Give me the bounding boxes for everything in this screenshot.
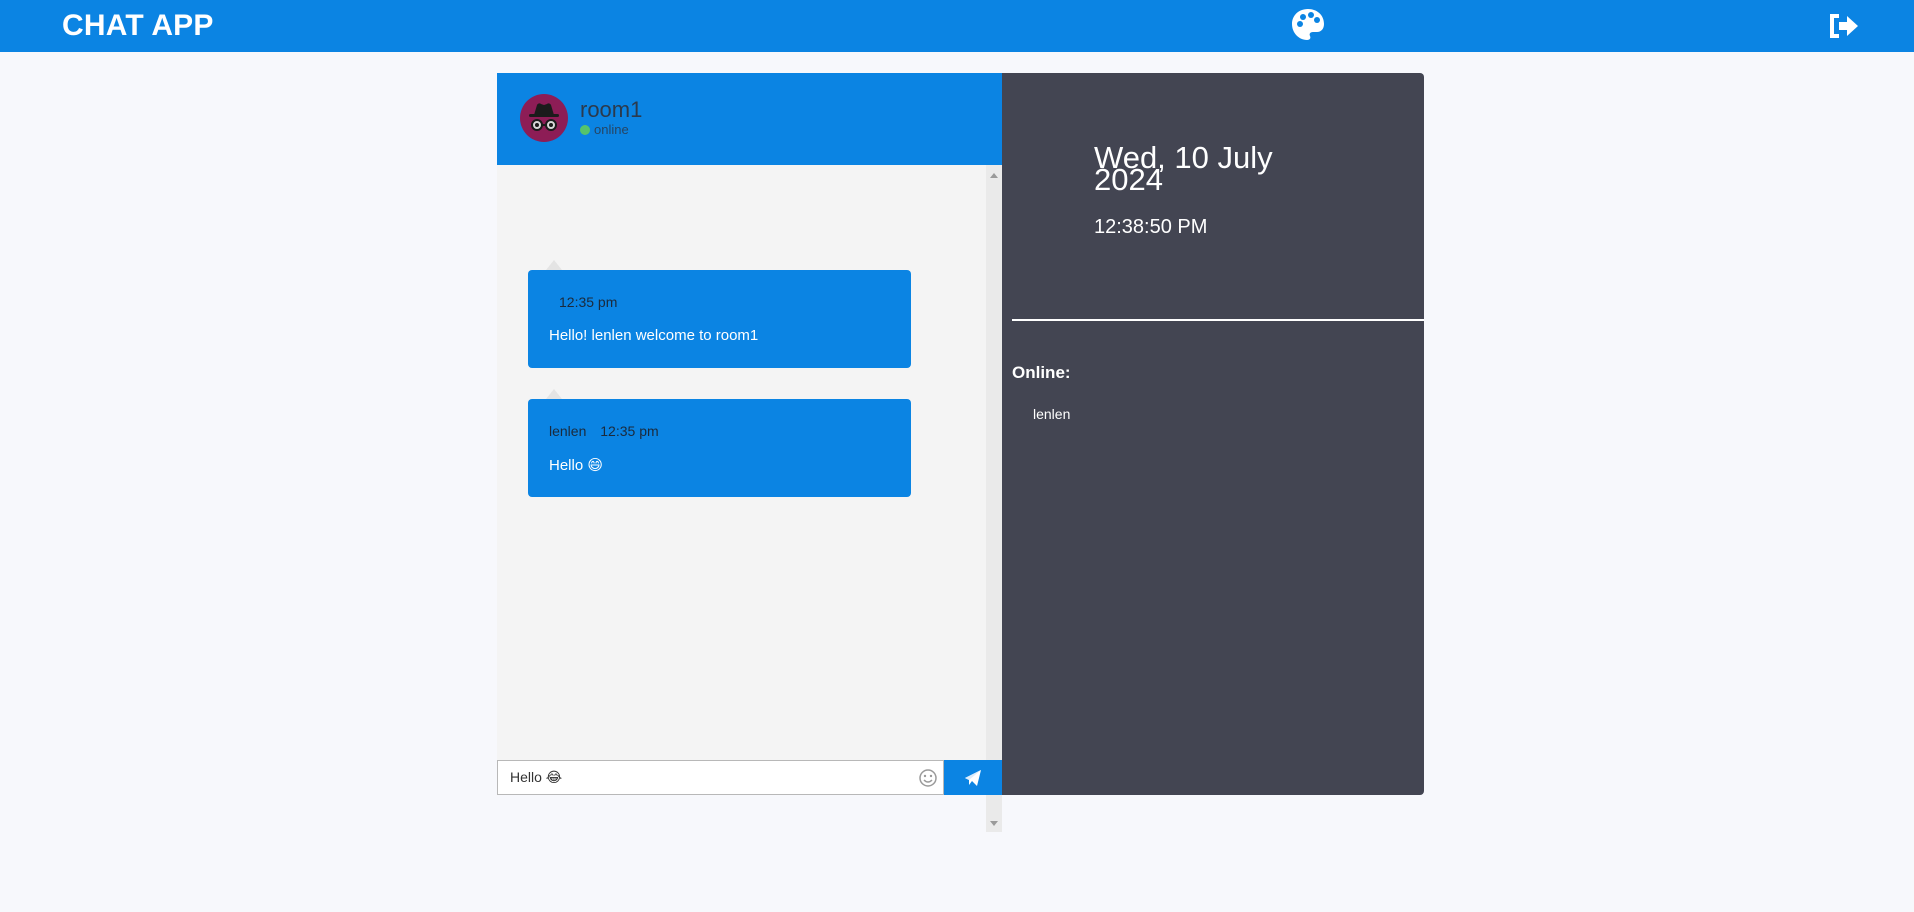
- message-text: Hello! lenlen welcome to room1: [549, 327, 759, 344]
- send-button[interactable]: [944, 760, 1002, 795]
- info-sidebar: Wed, 10 July 2024 12:38:50 PM Online: le…: [1002, 73, 1424, 795]
- message-time: 12:35 pm: [600, 423, 659, 439]
- scroll-up-arrow-icon[interactable]: [990, 173, 998, 178]
- emoji-picker-button[interactable]: [918, 768, 938, 788]
- message-meta: lenlen 12:35 pm: [549, 423, 659, 439]
- divider: [1012, 319, 1424, 321]
- room-name: room1: [580, 97, 643, 122]
- message-text: Hello 😄: [549, 457, 603, 474]
- paper-plane-icon: [965, 770, 981, 786]
- logout-button[interactable]: [1826, 11, 1860, 41]
- smile-icon: [919, 769, 937, 787]
- message-bubble: lenlen 12:35 pm Hello 😄: [528, 389, 911, 497]
- app-title: CHAT APP: [62, 9, 214, 42]
- message-scrollbar[interactable]: [986, 165, 1002, 832]
- message-meta: 12:35 pm: [559, 294, 617, 310]
- message-input[interactable]: [497, 760, 944, 795]
- room-status: online: [594, 122, 629, 137]
- scroll-down-arrow-icon[interactable]: [990, 821, 998, 826]
- online-heading: Online:: [1012, 363, 1071, 382]
- online-status-dot: [580, 125, 590, 135]
- current-date: Wed, 10 July 2024: [1094, 140, 1273, 197]
- top-navbar: CHAT APP: [0, 0, 1914, 52]
- chat-panel: room1 online 12:35 pm Hello! lenlen welc…: [497, 73, 1002, 832]
- theme-palette-button[interactable]: [1290, 7, 1326, 43]
- incognito-icon: [529, 103, 559, 131]
- room-avatar: [520, 94, 568, 142]
- current-time: 12:38:50 PM: [1094, 216, 1208, 238]
- online-user-item: lenlen: [1033, 406, 1071, 422]
- sign-out-icon: [1830, 14, 1858, 38]
- palette-icon: [1292, 9, 1324, 40]
- message-sender: lenlen: [549, 423, 587, 439]
- message-time: 12:35 pm: [559, 294, 618, 310]
- chat-header: room1 online: [497, 73, 1002, 165]
- message-list[interactable]: 12:35 pm Hello! lenlen welcome to room1 …: [497, 165, 986, 832]
- message-composer: [497, 760, 1002, 795]
- message-bubble: 12:35 pm Hello! lenlen welcome to room1: [528, 260, 911, 368]
